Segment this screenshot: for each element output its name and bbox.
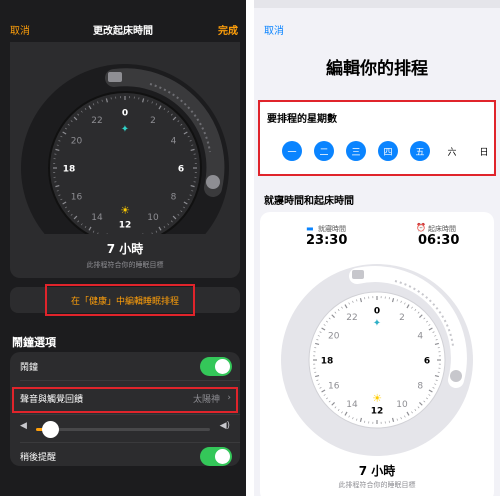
alarm-toggle[interactable] bbox=[200, 356, 232, 376]
clock-number: 4 bbox=[171, 137, 177, 147]
clock-number: 2 bbox=[150, 116, 156, 126]
alarm-label: 鬧鐘 bbox=[20, 362, 39, 373]
clock-number: 8 bbox=[417, 382, 423, 392]
clock-number: 22 bbox=[91, 116, 102, 126]
divider bbox=[20, 414, 240, 415]
clock-number: 4 bbox=[417, 332, 423, 342]
sleep-sparkle-icon: ✦ bbox=[373, 318, 381, 329]
sleep-duration: 7 小時 bbox=[106, 242, 144, 256]
alarm-handle-icon[interactable] bbox=[450, 370, 462, 382]
clock-number: 18 bbox=[63, 165, 76, 175]
bed-icon: ▬ bbox=[306, 224, 314, 233]
volume-high-icon: ◀) bbox=[219, 421, 230, 431]
cancel-button[interactable]: 取消 bbox=[264, 22, 284, 37]
volume-track bbox=[36, 428, 210, 431]
clock-number: 6 bbox=[178, 165, 184, 175]
clock-number: 2 bbox=[399, 313, 405, 323]
clock-number: 16 bbox=[71, 193, 83, 203]
volume-low-icon: ◀ bbox=[20, 421, 27, 431]
clock-number: 20 bbox=[328, 332, 340, 342]
alarm-clock-icon: ⏰ bbox=[416, 223, 426, 232]
clock-number: 10 bbox=[147, 213, 159, 223]
highlight-box bbox=[45, 284, 195, 316]
bedtime-value[interactable]: 23:30 bbox=[306, 233, 347, 248]
nav-bar: 取消 bbox=[254, 0, 500, 42]
clock-number: 0 bbox=[122, 109, 128, 119]
clock-number: 16 bbox=[328, 382, 340, 392]
clock-number: 12 bbox=[371, 407, 384, 417]
left-screen: 取消 更改起床時間 完成 0 2 4 6 8 10 12 14 16 18 20 22 ✦ ☀ 7 小… bbox=[0, 0, 246, 496]
goal-note: 此排程符合你的睡眠目標 bbox=[338, 481, 416, 489]
wake-value[interactable]: 06:30 bbox=[418, 233, 459, 248]
clock-number: 18 bbox=[321, 357, 334, 367]
snooze-toggle[interactable] bbox=[200, 446, 232, 466]
sun-icon: ☀ bbox=[120, 204, 130, 217]
page-title: 編輯你的排程 bbox=[326, 59, 428, 79]
snooze-label: 稍後提醒 bbox=[20, 452, 57, 463]
clock-number: 22 bbox=[346, 313, 357, 323]
clock-card: 0 2 4 6 8 10 12 14 16 18 20 22 ✦ ☀ 7 小時 此排程符合你的睡眠目標 bbox=[10, 42, 240, 278]
clock-number: 8 bbox=[171, 193, 177, 203]
highlight-box bbox=[12, 387, 238, 413]
clock-number: 0 bbox=[374, 307, 380, 317]
clock-number: 6 bbox=[424, 357, 430, 367]
divider bbox=[20, 380, 240, 381]
highlight-box bbox=[258, 100, 496, 176]
alarm-handle-icon[interactable] bbox=[206, 175, 220, 189]
clock-number: 14 bbox=[346, 400, 358, 410]
alarm-options-heading: 鬧鐘選項 bbox=[12, 336, 56, 349]
clock-number: 20 bbox=[71, 137, 83, 147]
clock-number: 12 bbox=[119, 221, 132, 231]
schedule-card: ▬ 就寢時間 23:30 ⏰ 起床時間 06:30 0 2 4 6 8 10 12 14 16 1… bbox=[260, 212, 494, 496]
alarm-row[interactable]: 鬧鐘 bbox=[10, 352, 240, 380]
volume-slider[interactable]: ◀ ◀) bbox=[20, 418, 230, 440]
clock-number: 10 bbox=[396, 400, 408, 410]
screen-gap bbox=[246, 0, 254, 496]
clock-number: 14 bbox=[91, 213, 103, 223]
sleep-dial[interactable]: 0 2 4 6 8 10 12 14 16 18 20 22 ✦ ☀ bbox=[10, 34, 240, 234]
bed-handle-icon[interactable] bbox=[108, 72, 122, 82]
right-screen: 取消 編輯你的排程 要排程的星期數 一二三四五六日 就寢時間和起床時間 ▬ 就寢… bbox=[254, 0, 500, 496]
goal-note: 此排程符合你的睡眠目標 bbox=[86, 261, 164, 269]
times-heading: 就寢時間和起床時間 bbox=[264, 196, 354, 207]
sleep-sparkle-icon: ✦ bbox=[121, 124, 129, 135]
bed-handle-icon[interactable] bbox=[352, 270, 364, 279]
snooze-row[interactable]: 稍後提醒 bbox=[10, 442, 240, 470]
sleep-duration: 7 小時 bbox=[358, 464, 396, 478]
sun-icon: ☀ bbox=[372, 392, 382, 405]
sleep-dial[interactable]: 0 2 4 6 8 10 12 14 16 18 20 22 ✦ ☀ bbox=[260, 256, 494, 456]
volume-knob[interactable] bbox=[42, 421, 59, 438]
